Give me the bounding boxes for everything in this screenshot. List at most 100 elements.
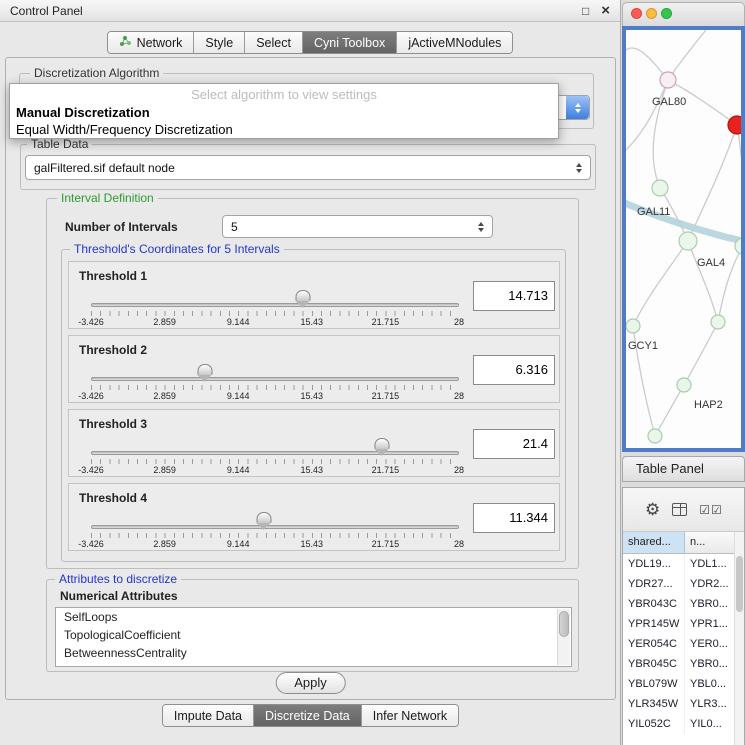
network-canvas[interactable]: GAL80GAL11GAL4GCY1HAP2 bbox=[626, 30, 741, 448]
slider-track[interactable] bbox=[91, 525, 459, 529]
list-item-selfloops[interactable]: SelfLoops bbox=[56, 608, 571, 626]
slider-thumb[interactable] bbox=[256, 512, 271, 530]
network-edge[interactable] bbox=[688, 241, 718, 322]
thresholds-group: Threshold's Coordinates for 5 Intervals … bbox=[61, 249, 566, 562]
tab-cyni-toolbox[interactable]: Cyni Toolbox bbox=[303, 32, 397, 53]
threshold-label: Threshold 1 bbox=[79, 269, 147, 283]
network-node-hap2[interactable] bbox=[677, 378, 691, 392]
network-node-gal11[interactable] bbox=[652, 180, 668, 196]
combo-stepper-icon[interactable] bbox=[566, 96, 589, 119]
algorithm-option-equal-width-frequency-discretization[interactable]: Equal Width/Frequency Discretization bbox=[10, 121, 558, 138]
table-cell[interactable]: YLR345W bbox=[623, 694, 685, 714]
float-window-icon[interactable]: □ bbox=[582, 5, 589, 17]
table-row[interactable]: YIL052CYIL0... bbox=[623, 714, 744, 734]
table-cell[interactable]: YDL19... bbox=[623, 554, 685, 574]
tab-network[interactable]: Network bbox=[108, 32, 195, 53]
list-scrollbar[interactable] bbox=[557, 609, 570, 665]
table-scrollbar[interactable] bbox=[734, 532, 744, 745]
table-row[interactable]: YDR27...YDR2... bbox=[623, 574, 744, 594]
table-cell[interactable]: YBL079W bbox=[623, 674, 685, 694]
slider-thumb-tip bbox=[374, 449, 388, 456]
table-rows: YDL19...YDL1...YDR27...YDR2...YBR043CYBR… bbox=[623, 554, 744, 734]
slider-track[interactable] bbox=[91, 451, 459, 455]
tab-label: Infer Network bbox=[373, 709, 447, 723]
column-header-shared[interactable]: shared... bbox=[623, 532, 685, 553]
slider-track[interactable] bbox=[91, 377, 459, 381]
threshold-slider[interactable]: -3.4262.8599.14415.4321.71528 bbox=[91, 512, 459, 550]
tick-label: -3.426 bbox=[78, 317, 104, 327]
table-scrollbar-thumb[interactable] bbox=[736, 556, 743, 612]
slider-tick-labels: -3.4262.8599.14415.4321.71528 bbox=[91, 539, 459, 550]
slider-thumb[interactable] bbox=[296, 290, 311, 308]
table-panel-titlebar[interactable]: Table Panel bbox=[622, 456, 745, 482]
table-panel-window: ⚙ ☑☑ shared...n... YDL19...YDL1...YDR27.… bbox=[622, 487, 745, 745]
threshold-slider[interactable]: -3.4262.8599.14415.4321.71528 bbox=[91, 438, 459, 476]
threshold-value-field[interactable]: 11.344 bbox=[473, 503, 555, 533]
network-edge[interactable] bbox=[684, 322, 718, 385]
gear-icon[interactable]: ⚙ bbox=[645, 501, 660, 518]
minimize-light-icon[interactable] bbox=[646, 8, 657, 19]
list-item-betweennesscentrality[interactable]: BetweennessCentrality bbox=[56, 644, 571, 662]
tab-infer-network[interactable]: Infer Network bbox=[362, 705, 458, 726]
list-scrollbar-thumb[interactable] bbox=[559, 611, 569, 637]
tick-label: 9.144 bbox=[227, 391, 250, 401]
slider-thumb[interactable] bbox=[374, 438, 389, 456]
attributes-list[interactable]: SelfLoopsTopologicalCoefficientBetweenne… bbox=[55, 607, 572, 667]
table-row[interactable]: YBL079WYBL0... bbox=[623, 674, 744, 694]
slider-thumb[interactable] bbox=[198, 364, 213, 382]
slider-ticks-icon bbox=[91, 385, 459, 390]
threshold-value-field[interactable]: 21.4 bbox=[473, 429, 555, 459]
tick-label: 15.43 bbox=[301, 465, 324, 475]
columns-icon[interactable] bbox=[672, 503, 687, 516]
network-edge[interactable] bbox=[737, 125, 741, 246]
tab-impute-data[interactable]: Impute Data bbox=[163, 705, 254, 726]
network-edge[interactable] bbox=[626, 80, 668, 150]
table-row[interactable]: YDL19...YDL1... bbox=[623, 554, 744, 574]
table-cell[interactable]: YDR27... bbox=[623, 574, 685, 594]
apply-button[interactable]: Apply bbox=[275, 672, 346, 694]
tab-jactivemnodules[interactable]: jActiveMNodules bbox=[397, 32, 512, 53]
threshold-value-field[interactable]: 14.713 bbox=[473, 281, 555, 311]
network-node-gal80[interactable] bbox=[660, 72, 676, 88]
table-data-label: Table Data bbox=[27, 137, 92, 151]
threshold-slider[interactable]: -3.4262.8599.14415.4321.71528 bbox=[91, 290, 459, 328]
threshold-row: Threshold 2-3.4262.8599.14415.4321.71528… bbox=[68, 335, 560, 403]
close-light-icon[interactable] bbox=[631, 8, 642, 19]
list-item-topologicalcoefficient[interactable]: TopologicalCoefficient bbox=[56, 626, 571, 644]
network-node-gcy1[interactable] bbox=[626, 319, 640, 333]
table-row[interactable]: YPR145WYPR1... bbox=[623, 614, 744, 634]
table-row[interactable]: YBR043CYBR0... bbox=[623, 594, 744, 614]
network-edge[interactable] bbox=[655, 385, 684, 436]
tab-style[interactable]: Style bbox=[194, 32, 245, 53]
combo-stepper-icon[interactable] bbox=[571, 163, 587, 173]
select-columns-icon[interactable]: ☑☑ bbox=[699, 503, 723, 517]
algorithm-option-manual-discretization[interactable]: Manual Discretization bbox=[10, 104, 558, 121]
network-view-window: GAL80GAL11GAL4GCY1HAP2 bbox=[622, 2, 745, 452]
tab-label: jActiveMNodules bbox=[408, 36, 501, 50]
threshold-slider[interactable]: -3.4262.8599.14415.4321.71528 bbox=[91, 364, 459, 402]
network-edge[interactable] bbox=[688, 125, 737, 241]
network-node-gal4[interactable] bbox=[679, 232, 697, 250]
table-row[interactable]: YER054CYER0... bbox=[623, 634, 744, 654]
table-row[interactable]: YBR045CYBR0... bbox=[623, 654, 744, 674]
network-edge[interactable] bbox=[668, 30, 706, 80]
close-icon[interactable]: × bbox=[601, 3, 610, 18]
combo-stepper-icon[interactable] bbox=[473, 222, 489, 232]
tab-discretize-data[interactable]: Discretize Data bbox=[254, 705, 362, 726]
num-intervals-combobox[interactable]: 5 bbox=[222, 215, 493, 238]
tab-select[interactable]: Select bbox=[245, 32, 303, 53]
threshold-value-field[interactable]: 6.316 bbox=[473, 355, 555, 385]
table-cell[interactable]: YPR145W bbox=[623, 614, 685, 634]
network-edge[interactable] bbox=[633, 241, 688, 326]
table-cell[interactable]: YBR045C bbox=[623, 654, 685, 674]
network-node-red-node[interactable] bbox=[728, 116, 741, 134]
table-row[interactable]: YLR345WYLR3... bbox=[623, 694, 744, 714]
zoom-light-icon[interactable] bbox=[661, 8, 672, 19]
slider-track[interactable] bbox=[91, 303, 459, 307]
table-data-combobox[interactable]: galFiltered.sif default node bbox=[25, 155, 591, 180]
network-node-node[interactable] bbox=[648, 429, 662, 443]
network-node-node[interactable] bbox=[711, 315, 725, 329]
table-cell[interactable]: YIL052C bbox=[623, 714, 685, 734]
table-cell[interactable]: YER054C bbox=[623, 634, 685, 654]
table-cell[interactable]: YBR043C bbox=[623, 594, 685, 614]
